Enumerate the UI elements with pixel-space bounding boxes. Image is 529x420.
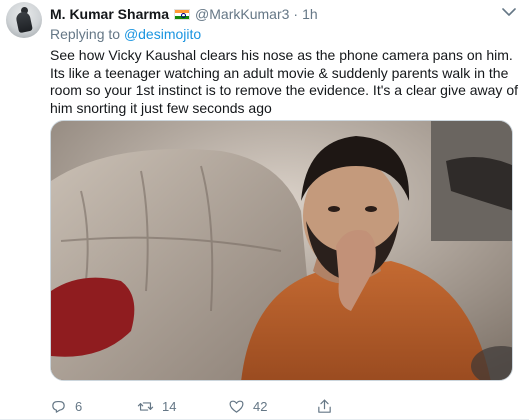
avatar[interactable]	[6, 2, 42, 38]
replying-to: Replying to @desimojito	[50, 26, 201, 42]
display-name[interactable]: M. Kumar Sharma	[50, 6, 169, 22]
separator-dot: ·	[293, 6, 299, 22]
like-button[interactable]: 42	[228, 396, 267, 416]
tweet-text: See how Vicky Kaushal clears his nose as…	[50, 47, 518, 116]
tweet[interactable]: M. Kumar Sharma @MarkKumar3 · 1h Replyin…	[0, 0, 529, 420]
user-handle[interactable]: @MarkKumar3	[195, 6, 289, 22]
tweet-actions: 6 14 42	[50, 396, 430, 416]
chevron-down-icon[interactable]	[501, 6, 517, 18]
tweet-header: M. Kumar Sharma @MarkKumar3 · 1h	[50, 5, 318, 23]
reply-button[interactable]: 6	[50, 396, 82, 416]
replying-to-link[interactable]: @desimojito	[124, 26, 201, 42]
share-icon	[318, 399, 331, 413]
share-button[interactable]	[316, 396, 333, 416]
like-count: 42	[253, 398, 268, 414]
timestamp[interactable]: 1h	[302, 6, 318, 22]
replying-prefix: Replying to	[50, 26, 121, 42]
like-icon	[229, 400, 244, 413]
media-photo	[51, 121, 512, 380]
india-flag-icon	[174, 8, 191, 20]
tweet-media-image[interactable]	[50, 120, 513, 381]
reply-count: 6	[75, 398, 83, 414]
retweet-count: 14	[162, 398, 177, 414]
retweet-icon	[137, 401, 154, 411]
retweet-button[interactable]: 14	[137, 396, 176, 416]
reply-icon	[52, 400, 65, 413]
